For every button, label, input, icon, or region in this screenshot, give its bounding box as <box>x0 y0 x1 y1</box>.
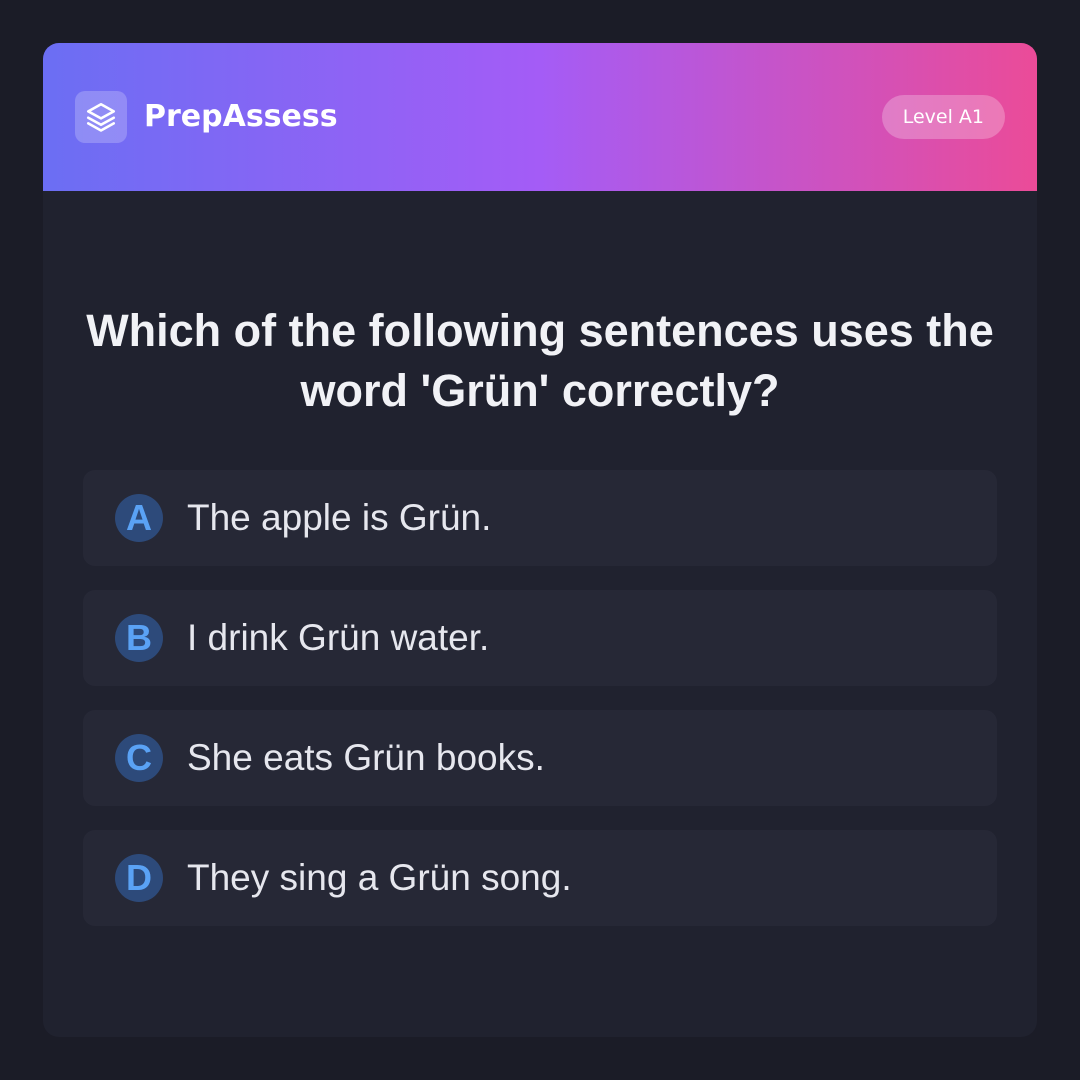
option-text-d: They sing a Grün song. <box>187 857 572 898</box>
quiz-header: PrepAssess Level A1 <box>43 43 1037 191</box>
question-text: Which of the following sentences uses th… <box>86 305 994 416</box>
option-letter-a: A <box>115 494 163 542</box>
quiz-card: PrepAssess Level A1 Which of the followi… <box>43 43 1037 1037</box>
layers-icon <box>75 91 127 143</box>
option-a[interactable]: A The apple is Grün. <box>83 470 997 566</box>
brand-name: PrepAssess <box>144 99 338 134</box>
option-letter-b: B <box>115 614 163 662</box>
option-text-b: I drink Grün water. <box>187 617 490 658</box>
option-text-c: She eats Grün books. <box>187 737 545 778</box>
option-letter-c: C <box>115 734 163 782</box>
level-badge: Level A1 <box>881 95 1005 139</box>
option-text-a: The apple is Grün. <box>187 497 492 538</box>
option-letter-d: D <box>115 854 163 902</box>
option-c[interactable]: C She eats Grün books. <box>83 710 997 806</box>
option-b[interactable]: B I drink Grün water. <box>83 590 997 686</box>
option-d[interactable]: D They sing a Grün song. <box>83 830 997 926</box>
